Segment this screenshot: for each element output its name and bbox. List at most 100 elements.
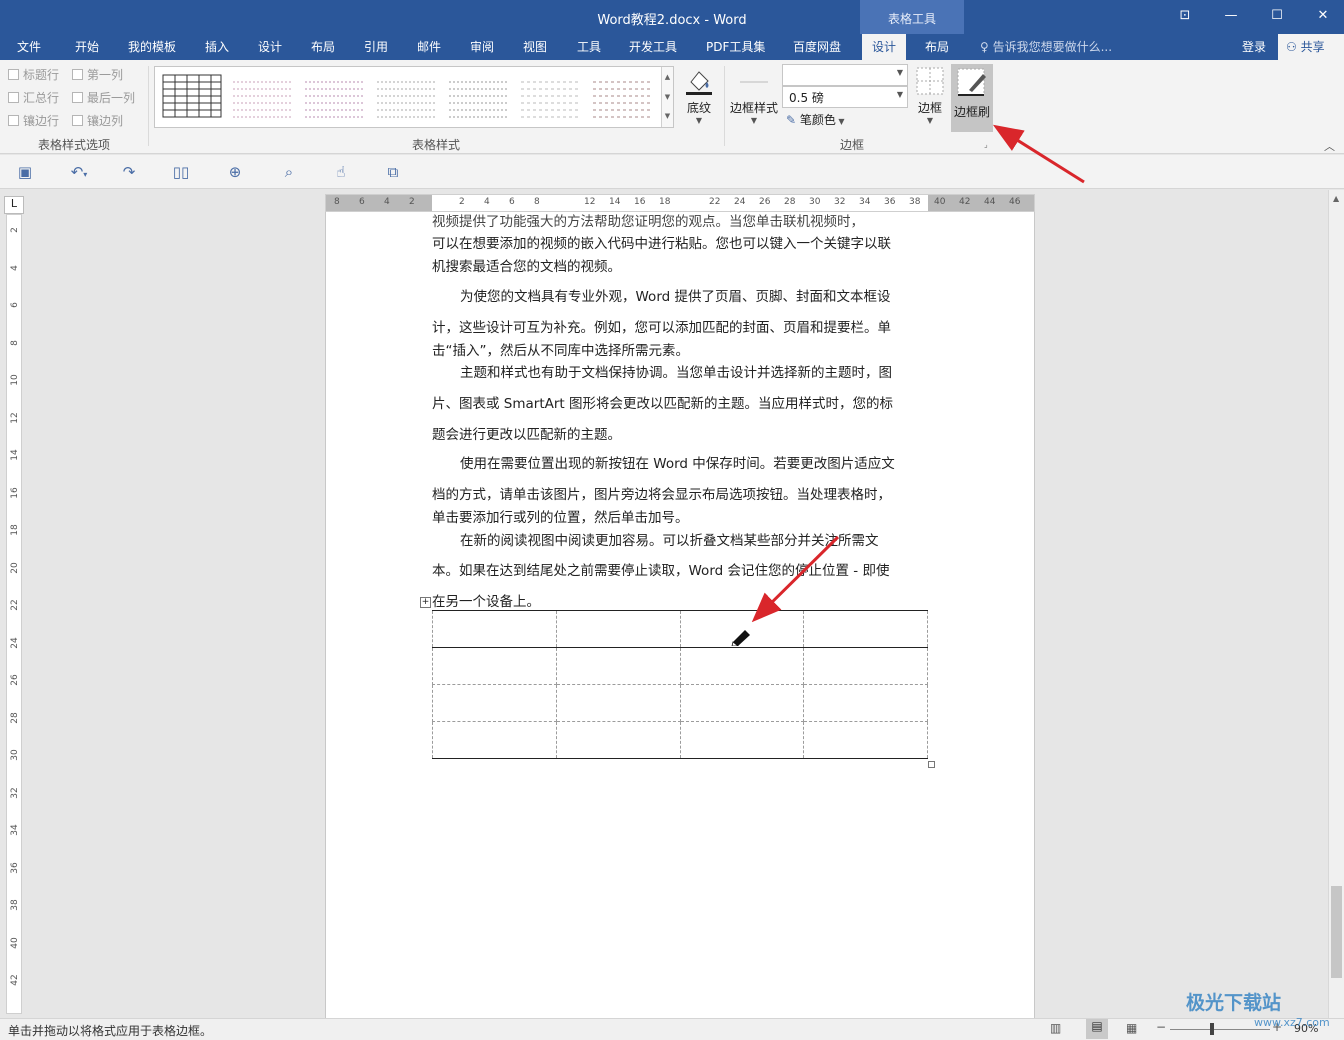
read-mode-icon[interactable]: ▯▯ (170, 162, 192, 182)
tab-design[interactable]: 设计 (258, 38, 282, 55)
share-label: 共享 (1300, 40, 1325, 54)
scroll-up-icon[interactable]: ▲ (1333, 194, 1339, 203)
table-cell[interactable] (432, 610, 557, 648)
table-move-handle-icon[interactable]: + (420, 597, 431, 608)
table-style-light-5-thumbnail[interactable] (519, 73, 581, 119)
close-button[interactable]: ✕ (1300, 0, 1344, 34)
lightbulb-icon: ♀ (980, 40, 993, 54)
pen-weight-dropdown[interactable]: 0.5 磅 ▼ (782, 86, 908, 108)
border-style-icon (740, 81, 768, 83)
checkbox-header-row[interactable]: 标题行 (8, 66, 59, 83)
table-cell[interactable] (803, 684, 928, 722)
ruler-tick-label: 42 (959, 197, 971, 207)
table-style-light-4-thumbnail[interactable] (447, 73, 509, 119)
checkbox-banded-columns[interactable]: 镶边列 (72, 112, 123, 129)
save-icon[interactable]: ▣ (14, 162, 36, 182)
read-mode-view-icon[interactable]: ▥ (1050, 1021, 1061, 1035)
share-button[interactable]: ⚇ 共享 (1278, 34, 1344, 60)
line-style-dropdown[interactable]: ▼ (782, 64, 908, 86)
vertical-scrollbar[interactable]: ▲ (1328, 190, 1344, 1018)
document-page[interactable]: 视频提供了功能强大的方法帮助您证明您的观点。当您单击联机视频时， 可以在想要添加… (325, 212, 1035, 1018)
borders-icon (916, 67, 944, 95)
ruler-tick-label: 16 (634, 197, 646, 207)
checkbox-last-column[interactable]: 最后一列 (72, 89, 135, 106)
ribbon-display-options-button[interactable]: ⊡ (1162, 0, 1208, 34)
zoom-slider-thumb[interactable] (1210, 1023, 1214, 1035)
zoom-slider-track[interactable] (1170, 1029, 1270, 1030)
group-label-borders: 边框 (840, 138, 865, 152)
table-cell[interactable] (803, 721, 928, 759)
table-cell[interactable] (803, 610, 928, 648)
ruler-tick-label: 12 (584, 197, 596, 207)
table-cell[interactable] (432, 647, 557, 685)
tab-references[interactable]: 引用 (364, 38, 388, 55)
tab-table-design[interactable]: 设计 (862, 34, 907, 60)
tell-me-search[interactable]: ♀ 告诉我您想要做什么... (980, 38, 1112, 55)
tab-baidu-netdisk[interactable]: 百度网盘 (793, 38, 841, 55)
tab-table-layout[interactable]: 布局 (925, 38, 949, 55)
dialog-launcher-icon[interactable]: ⌟ (984, 140, 988, 149)
customize-toolbar-icon[interactable]: ⧉ (382, 162, 404, 182)
document-table[interactable] (432, 610, 928, 759)
maximize-button[interactable]: ☐ (1254, 0, 1300, 34)
table-cell[interactable] (803, 647, 928, 685)
border-styles-button[interactable]: 边框样式 ▼ (728, 66, 780, 125)
print-layout-view-icon[interactable]: ▤ (1086, 1019, 1108, 1039)
checkbox-first-column[interactable]: 第一列 (72, 66, 123, 83)
tab-view[interactable]: 视图 (523, 38, 547, 55)
border-painter-button[interactable]: 边框刷 (951, 64, 993, 132)
touch-mode-icon[interactable]: ☝ (330, 162, 352, 182)
table-cell[interactable] (679, 721, 805, 759)
zoom-out-icon[interactable]: − (1156, 1020, 1166, 1034)
ruler-tick-label: 42 (10, 974, 20, 986)
web-layout-icon[interactable]: ⊕ (224, 162, 246, 182)
undo-icon[interactable]: ↶▾ (64, 162, 94, 182)
table-cell[interactable] (555, 647, 681, 685)
tab-my-templates[interactable]: 我的模板 (128, 38, 176, 55)
scroll-down-icon[interactable]: ▼ (662, 87, 673, 107)
sign-in-link[interactable]: 登录 (1242, 38, 1266, 55)
tab-pdf-tools[interactable]: PDF工具集 (706, 38, 765, 55)
table-cell[interactable] (432, 721, 557, 759)
table-style-light-2-thumbnail[interactable] (303, 73, 365, 119)
more-icon[interactable]: ▼ (662, 107, 673, 125)
tab-home[interactable]: 开始 (75, 38, 99, 55)
table-style-light-3-thumbnail[interactable] (375, 73, 437, 119)
scroll-thumb[interactable] (1331, 886, 1342, 978)
tab-insert[interactable]: 插入 (205, 38, 229, 55)
checkbox-banded-rows[interactable]: 镶边行 (8, 112, 59, 129)
table-cell[interactable] (679, 684, 805, 722)
gallery-scroll[interactable]: ▲ ▼ ▼ (661, 67, 673, 127)
minimize-button[interactable]: — (1208, 0, 1254, 34)
tab-developer[interactable]: 开发工具 (629, 38, 677, 55)
table-style-light-1-thumbnail[interactable] (231, 73, 293, 119)
vertical-ruler[interactable]: 2 4 6 8 10 12 14 16 18 20 22 24 26 28 30 32 34 36 38 40 42 (6, 214, 22, 1014)
checkbox-box (8, 69, 19, 80)
print-preview-icon[interactable]: ⌕ (278, 162, 300, 182)
pen-color-button[interactable]: ✎ 笔颜色 ▼ (786, 111, 845, 128)
table-cell[interactable] (555, 684, 681, 722)
borders-button[interactable]: 边框 ▼ (912, 66, 948, 125)
table-resize-handle[interactable] (928, 761, 935, 768)
table-style-grid-thumbnail[interactable] (161, 73, 223, 119)
ruler-tick-label: 20 (10, 561, 20, 574)
pen-weight-value: 0.5 磅 (789, 91, 824, 105)
tab-file[interactable]: 文件 (17, 38, 41, 55)
table-cell[interactable] (555, 721, 681, 759)
shading-button[interactable]: 底纹 ▼ (680, 66, 718, 125)
tab-selector[interactable]: L (4, 196, 24, 214)
checkbox-total-row[interactable]: 汇总行 (8, 89, 59, 106)
tab-layout[interactable]: 布局 (311, 38, 335, 55)
table-style-light-6-thumbnail[interactable] (591, 73, 653, 119)
borders-label: 边框 (917, 101, 942, 115)
web-layout-view-icon[interactable]: ▦ (1126, 1021, 1137, 1035)
table-cell[interactable] (432, 684, 557, 722)
table-cell[interactable] (555, 610, 681, 648)
redo-icon[interactable]: ↷ (118, 162, 140, 182)
scroll-up-icon[interactable]: ▲ (662, 67, 673, 87)
tab-review[interactable]: 审阅 (470, 38, 494, 55)
tab-tools[interactable]: 工具 (577, 38, 601, 55)
table-cell[interactable] (679, 647, 805, 685)
tab-mailings[interactable]: 邮件 (417, 38, 441, 55)
collapse-ribbon-icon[interactable]: ︿ (1324, 138, 1335, 154)
